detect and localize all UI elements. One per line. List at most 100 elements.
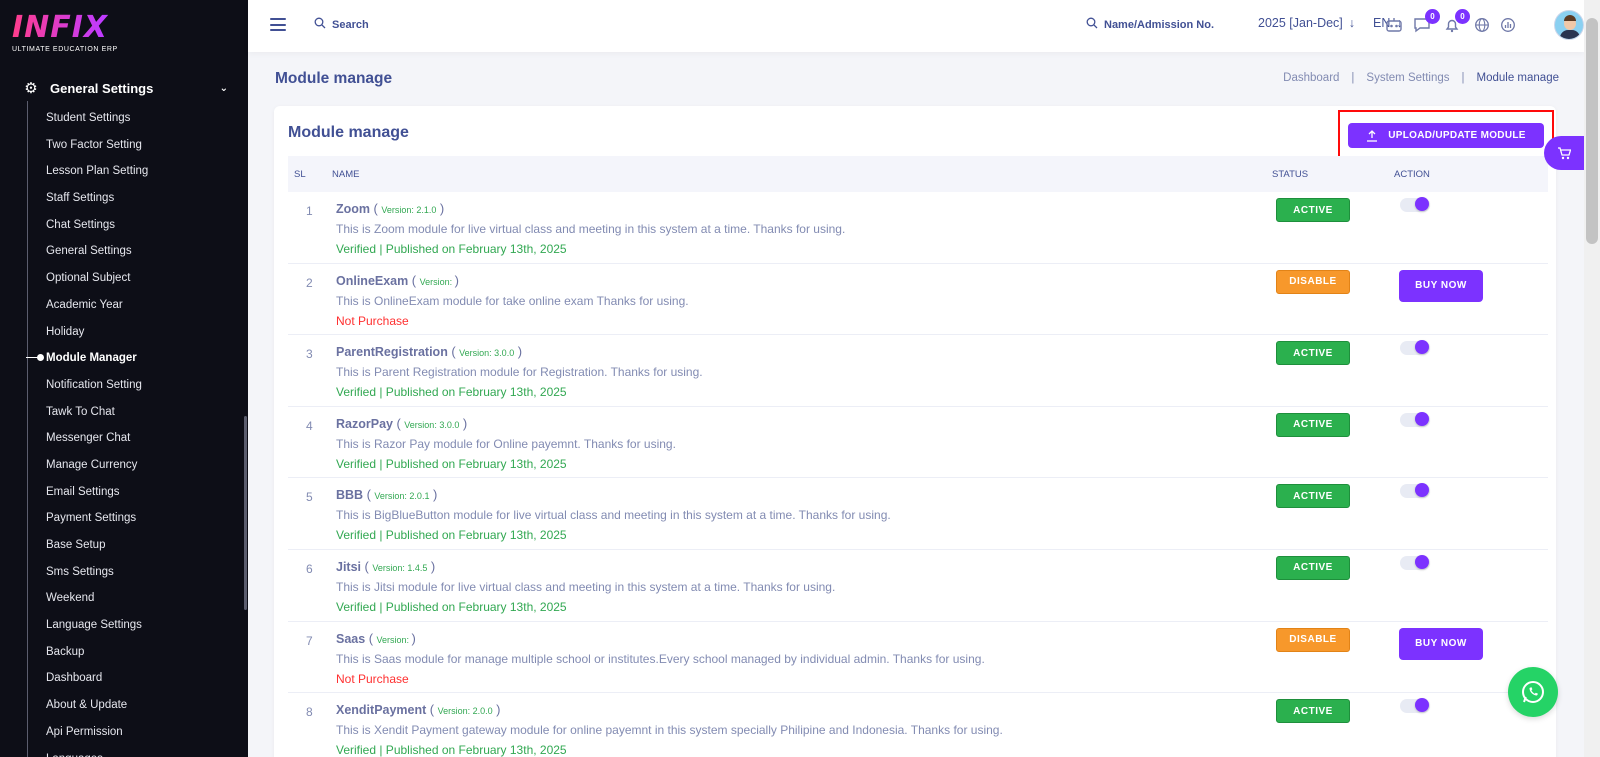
- buy-now-button[interactable]: BUY NOW: [1399, 627, 1483, 660]
- sidebar-item-backup[interactable]: Backup: [46, 642, 236, 669]
- module-toggle[interactable]: [1400, 698, 1430, 714]
- sidebar-item-holiday[interactable]: Holiday: [46, 322, 236, 349]
- sidebar-item-email-settings[interactable]: Email Settings: [46, 482, 236, 509]
- row-sl: 5: [306, 490, 313, 505]
- arrow-down-icon: ↓: [1348, 16, 1356, 30]
- session-selector[interactable]: 2025 [Jan-Dec] ↓: [1258, 16, 1355, 30]
- menu-toggle-icon[interactable]: [270, 18, 286, 31]
- sidebar: INFIX ULTIMATE EDUCATION ERP ⚙ General S…: [0, 0, 248, 757]
- module-description: This is OnlineExam module for take onlin…: [336, 293, 689, 308]
- sidebar-item-module-manager[interactable]: Module Manager: [26, 348, 236, 375]
- module-name-line: BBB ( Version: 2.0.1 ): [336, 487, 437, 502]
- module-toggle[interactable]: [1400, 197, 1430, 212]
- sidebar-item-academic-year[interactable]: Academic Year: [46, 295, 236, 322]
- sidebar-item-staff-settings[interactable]: Staff Settings: [46, 188, 236, 215]
- sidebar-item-chat-settings[interactable]: Chat Settings: [46, 215, 236, 242]
- sidebar-scrollbar[interactable]: [244, 416, 247, 610]
- search-icon: [314, 17, 326, 32]
- sidebar-item-sms-settings[interactable]: Sms Settings: [46, 562, 236, 589]
- module-name-line: Saas ( Version: ): [336, 631, 416, 646]
- whatsapp-chat-button[interactable]: [1508, 667, 1558, 717]
- card-title: Module manage: [288, 124, 409, 141]
- sidebar-section-label: General Settings: [50, 80, 154, 96]
- sidebar-item-api-permission[interactable]: Api Permission: [46, 722, 236, 749]
- name-admission-search[interactable]: Name/Admission No.: [1086, 17, 1214, 32]
- row-sl: 2: [306, 275, 313, 290]
- sidebar-item-notification-setting[interactable]: Notification Setting: [46, 375, 236, 402]
- buy-now-button[interactable]: BUY NOW: [1399, 269, 1483, 302]
- column-action: ACTION: [1394, 169, 1430, 180]
- module-toggle[interactable]: [1400, 483, 1430, 499]
- module-name-line: OnlineExam ( Version: ): [336, 273, 459, 288]
- module-verification: Verified | Published on February 13th, 2…: [336, 242, 567, 256]
- page-scrollbar-thumb[interactable]: [1586, 18, 1598, 244]
- module-version: Version: 2.0.0: [437, 706, 493, 717]
- app-logo[interactable]: INFIX ULTIMATE EDUCATION ERP: [12, 12, 192, 60]
- module-manage-card: Module manage UPLOAD/UPDATE MODULE SL NA…: [274, 106, 1556, 757]
- stats-icon[interactable]: [1498, 15, 1518, 35]
- module-toggle[interactable]: [1400, 554, 1430, 570]
- module-version: Version: 2.0.1: [374, 491, 430, 502]
- paren-close: ): [462, 415, 468, 431]
- upload-update-module-button[interactable]: UPLOAD/UPDATE MODULE: [1348, 123, 1544, 148]
- gears-icon: ⚙: [24, 80, 38, 97]
- cart-floating-button[interactable]: [1544, 136, 1584, 170]
- status-badge: ACTIVE: [1276, 412, 1350, 437]
- status-badge: ACTIVE: [1276, 198, 1350, 222]
- sidebar-item-lesson-plan-setting[interactable]: Lesson Plan Setting: [46, 161, 236, 188]
- sidebar-item-about-update[interactable]: About & Update: [46, 695, 236, 722]
- row-sl: 7: [306, 633, 313, 648]
- module-toggle[interactable]: [1400, 411, 1430, 427]
- module-verification: Verified | Published on February 13th, 2…: [336, 456, 567, 471]
- chevron-down-icon: ⌄: [219, 82, 228, 94]
- sidebar-item-languages[interactable]: Languages: [46, 749, 236, 757]
- module-name: BBB: [336, 488, 364, 503]
- robot-icon[interactable]: [1384, 15, 1404, 35]
- sidebar-item-optional-subject[interactable]: Optional Subject: [46, 268, 236, 295]
- sidebar-item-dashboard[interactable]: Dashboard: [46, 668, 236, 695]
- globe-icon[interactable]: [1472, 15, 1492, 35]
- paren-close: ): [496, 702, 501, 718]
- module-name: OnlineExam: [336, 273, 409, 288]
- upload-icon: [1367, 129, 1378, 142]
- module-toggle[interactable]: [1400, 340, 1430, 356]
- paren-close: ): [411, 630, 416, 646]
- sidebar-item-messenger-chat[interactable]: Messenger Chat: [46, 428, 236, 455]
- sidebar-item-language-settings[interactable]: Language Settings: [46, 615, 236, 642]
- module-description: This is Saas module for manage multiple …: [336, 651, 985, 666]
- sidebar-item-payment-settings[interactable]: Payment Settings: [46, 508, 236, 535]
- module-version: Version: 3.0.0: [404, 419, 460, 430]
- sidebar-item-student-settings[interactable]: Student Settings: [46, 108, 236, 135]
- sidebar-tree-line: [27, 101, 28, 757]
- chat-icon[interactable]: 0: [1412, 9, 1440, 35]
- sidebar-item-base-setup[interactable]: Base Setup: [46, 535, 236, 562]
- module-name-line: ParentRegistration ( Version: 3.0.0 ): [336, 344, 522, 359]
- module-description: This is Razor Pay module for Online paye…: [336, 436, 676, 451]
- module-name: RazorPay: [336, 416, 393, 431]
- sidebar-item-weekend[interactable]: Weekend: [46, 588, 236, 615]
- sidebar-item-general-settings[interactable]: General Settings: [46, 241, 236, 268]
- bell-icon[interactable]: 0: [1442, 9, 1470, 35]
- status-badge: DISABLE: [1276, 269, 1350, 294]
- paren-close: ): [432, 487, 438, 503]
- toggle-knob: [1415, 197, 1429, 211]
- table-row: 8 XenditPayment ( Version: 2.0.0 ) This is…: [288, 693, 1548, 757]
- table-header: SL NAME STATUS ACTION: [288, 156, 1548, 192]
- breadcrumb-separator: |: [1351, 72, 1355, 84]
- module-name-line: XenditPayment ( Version: 2.0.0 ): [336, 702, 501, 717]
- toggle-knob: [1415, 483, 1429, 498]
- sidebar-item-manage-currency[interactable]: Manage Currency: [46, 455, 236, 482]
- breadcrumb-system-settings[interactable]: System Settings: [1366, 72, 1449, 84]
- sidebar-item-tawk-to-chat[interactable]: Tawk To Chat: [46, 402, 236, 429]
- page-scrollbar[interactable]: [1584, 0, 1600, 757]
- module-description: This is Zoom module for live virtual cla…: [336, 222, 846, 236]
- sidebar-item-two-factor-setting[interactable]: Two Factor Setting: [46, 135, 236, 162]
- sidebar-section-general-settings[interactable]: ⚙ General Settings ⌄: [22, 78, 232, 98]
- user-avatar[interactable]: [1554, 10, 1584, 40]
- whatsapp-icon: [1522, 681, 1544, 703]
- paren-open: (: [368, 630, 374, 646]
- column-sl: SL: [294, 169, 306, 180]
- module-version: Version: 2.1.0: [381, 205, 437, 215]
- search-trigger[interactable]: Search: [314, 17, 369, 32]
- breadcrumb-dashboard[interactable]: Dashboard: [1283, 72, 1339, 84]
